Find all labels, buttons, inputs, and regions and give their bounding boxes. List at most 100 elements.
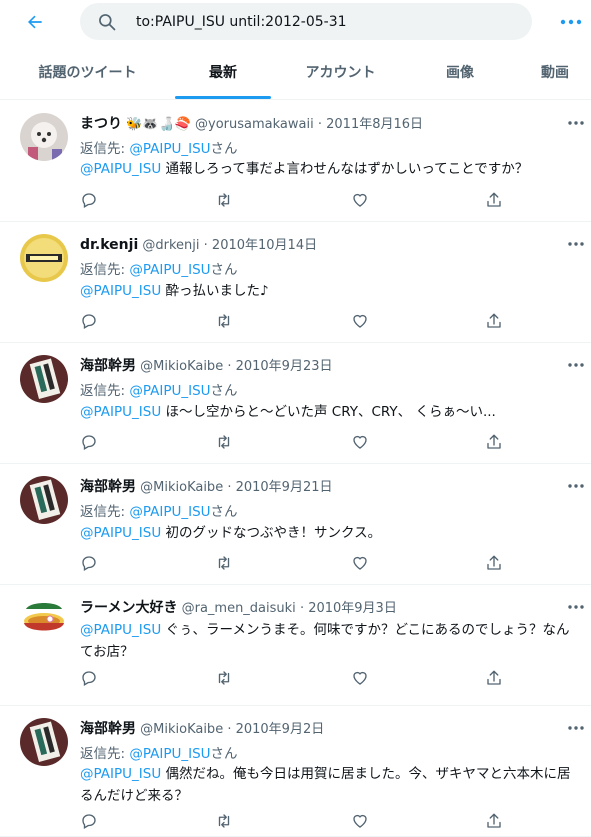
like-button[interactable]: [351, 554, 371, 574]
tweet-date[interactable]: · 2010年9月2日: [227, 722, 324, 737]
display-name[interactable]: ラーメン大好き: [80, 600, 177, 616]
tweet[interactable]: 海部幹男 @MikioKaibe · 2010年9月23日 返信先: @PAIP…: [0, 343, 591, 464]
reply-button[interactable]: [80, 433, 100, 453]
avatar[interactable]: [20, 234, 68, 282]
like-button[interactable]: [351, 433, 371, 453]
mention-link[interactable]: @PAIPU_ISU: [80, 525, 161, 541]
tab-top[interactable]: 話題のツイート: [20, 50, 155, 100]
handle[interactable]: @ra_men_daisuki: [182, 601, 296, 616]
more-icon[interactable]: [566, 720, 586, 736]
more-icon[interactable]: [566, 478, 586, 494]
avatar-image: [20, 597, 68, 645]
handle[interactable]: @MikioKaibe: [140, 722, 223, 737]
reply-to-link[interactable]: @PAIPU_ISU: [129, 383, 210, 399]
handle[interactable]: @MikioKaibe: [140, 359, 223, 374]
reply-to-link[interactable]: @PAIPU_ISU: [129, 746, 210, 762]
reply-button[interactable]: [80, 554, 100, 574]
retweet-button[interactable]: [215, 812, 235, 832]
reply-button[interactable]: [80, 669, 100, 689]
tweet[interactable]: まつり 🐝🦝🍶🍣 @yorusamakawaii · 2011年8月16日 返信…: [0, 101, 591, 222]
share-icon: [487, 434, 501, 449]
reply-context: 返信先: @PAIPU_ISUさん: [80, 746, 238, 762]
display-name[interactable]: 海部幹男: [80, 358, 136, 374]
avatar[interactable]: [20, 113, 68, 161]
retweet-button[interactable]: [215, 433, 235, 453]
reply-button[interactable]: [80, 312, 100, 332]
avatar[interactable]: [20, 718, 68, 766]
more-icon[interactable]: [566, 236, 586, 252]
search-box[interactable]: [80, 3, 532, 40]
tweet-date[interactable]: · 2010年9月23日: [227, 359, 332, 374]
display-name[interactable]: 海部幹男: [80, 721, 136, 737]
tweet-header: ラーメン大好き @ra_men_daisuki · 2010年9月3日: [80, 597, 397, 619]
mention-link[interactable]: @PAIPU_ISU: [80, 766, 161, 782]
reply-context: 返信先: @PAIPU_ISUさん: [80, 262, 238, 278]
heart-icon: [353, 435, 367, 449]
tweet-date[interactable]: · 2010年10月14日: [204, 238, 317, 253]
heart-icon: [353, 671, 367, 685]
mention-link[interactable]: @PAIPU_ISU: [80, 404, 161, 420]
mention-link[interactable]: @PAIPU_ISU: [80, 622, 161, 638]
more-options-button[interactable]: [556, 10, 586, 34]
retweet-icon: [218, 314, 230, 328]
avatar[interactable]: [20, 476, 68, 524]
reply-to-link[interactable]: @PAIPU_ISU: [129, 141, 210, 157]
tweet[interactable]: dr.kenji @drkenji · 2010年10月14日 返信先: @PA…: [0, 222, 591, 343]
tweet[interactable]: 海部幹男 @MikioKaibe · 2010年9月2日 返信先: @PAIPU…: [0, 706, 591, 837]
share-button[interactable]: [485, 312, 505, 332]
more-icon[interactable]: [566, 357, 586, 373]
active-tab-indicator: [175, 96, 271, 99]
display-name[interactable]: 海部幹男: [80, 479, 136, 495]
share-button[interactable]: [485, 191, 505, 211]
tweet-date[interactable]: · 2010年9月21日: [227, 480, 332, 495]
retweet-button[interactable]: [215, 312, 235, 332]
tab-photos[interactable]: 画像: [425, 50, 495, 100]
tweet-header: 海部幹男 @MikioKaibe · 2010年9月2日: [80, 718, 324, 740]
like-button[interactable]: [351, 312, 371, 332]
back-button[interactable]: [20, 8, 50, 36]
share-button[interactable]: [485, 812, 505, 832]
share-button[interactable]: [485, 554, 505, 574]
reply-button[interactable]: [80, 191, 100, 211]
mention-link[interactable]: @PAIPU_ISU: [80, 283, 161, 299]
like-button[interactable]: [351, 669, 371, 689]
tweet-text: @PAIPU_ISU 通報しろって事だよ言わせんなはずかしいってことですか？: [80, 161, 529, 177]
mention-link[interactable]: @PAIPU_ISU: [80, 161, 161, 177]
handle[interactable]: @MikioKaibe: [140, 480, 223, 495]
tweet[interactable]: ラーメン大好き @ra_men_daisuki · 2010年9月3日 @PAI…: [0, 585, 591, 706]
tweet-actions: [80, 312, 520, 332]
avatar[interactable]: [20, 355, 68, 403]
like-button[interactable]: [351, 812, 371, 832]
reply-button[interactable]: [80, 812, 100, 832]
tweet-actions: [80, 669, 520, 689]
avatar[interactable]: [20, 597, 68, 645]
retweet-button[interactable]: [215, 191, 235, 211]
heart-icon: [353, 193, 367, 207]
tweet-date[interactable]: · 2010年9月3日: [300, 601, 397, 616]
tweet-actions: [80, 812, 520, 832]
heart-icon: [353, 814, 367, 828]
tweet-text: @PAIPU_ISU ぐぅ、ラーメンうまそ。何味ですか？どこにあるのでしょう？な…: [80, 622, 570, 660]
display-name[interactable]: dr.kenji: [80, 237, 138, 253]
share-button[interactable]: [485, 669, 505, 689]
reply-icon: [82, 193, 96, 208]
tweet-date[interactable]: · 2011年8月16日: [318, 117, 423, 132]
more-icon[interactable]: [566, 599, 586, 615]
like-button[interactable]: [351, 191, 371, 211]
search-input[interactable]: [136, 3, 516, 40]
reply-to-link[interactable]: @PAIPU_ISU: [129, 504, 210, 520]
retweet-button[interactable]: [215, 669, 235, 689]
tweet[interactable]: 海部幹男 @MikioKaibe · 2010年9月21日 返信先: @PAIP…: [0, 464, 591, 585]
handle[interactable]: @drkenji: [142, 238, 199, 253]
more-icon[interactable]: [566, 115, 586, 131]
tab-videos[interactable]: 動画: [525, 50, 585, 100]
tweet-header: 海部幹男 @MikioKaibe · 2010年9月21日: [80, 476, 333, 498]
retweet-button[interactable]: [215, 554, 235, 574]
share-button[interactable]: [485, 433, 505, 453]
search-tabs: 話題のツイート 最新 アカウント 画像 動画: [0, 50, 591, 100]
handle[interactable]: @yorusamakawaii: [195, 117, 314, 132]
display-name[interactable]: まつり: [80, 116, 122, 132]
tab-people[interactable]: アカウント: [288, 50, 393, 100]
tab-latest[interactable]: 最新: [175, 50, 271, 100]
reply-to-link[interactable]: @PAIPU_ISU: [129, 262, 210, 278]
